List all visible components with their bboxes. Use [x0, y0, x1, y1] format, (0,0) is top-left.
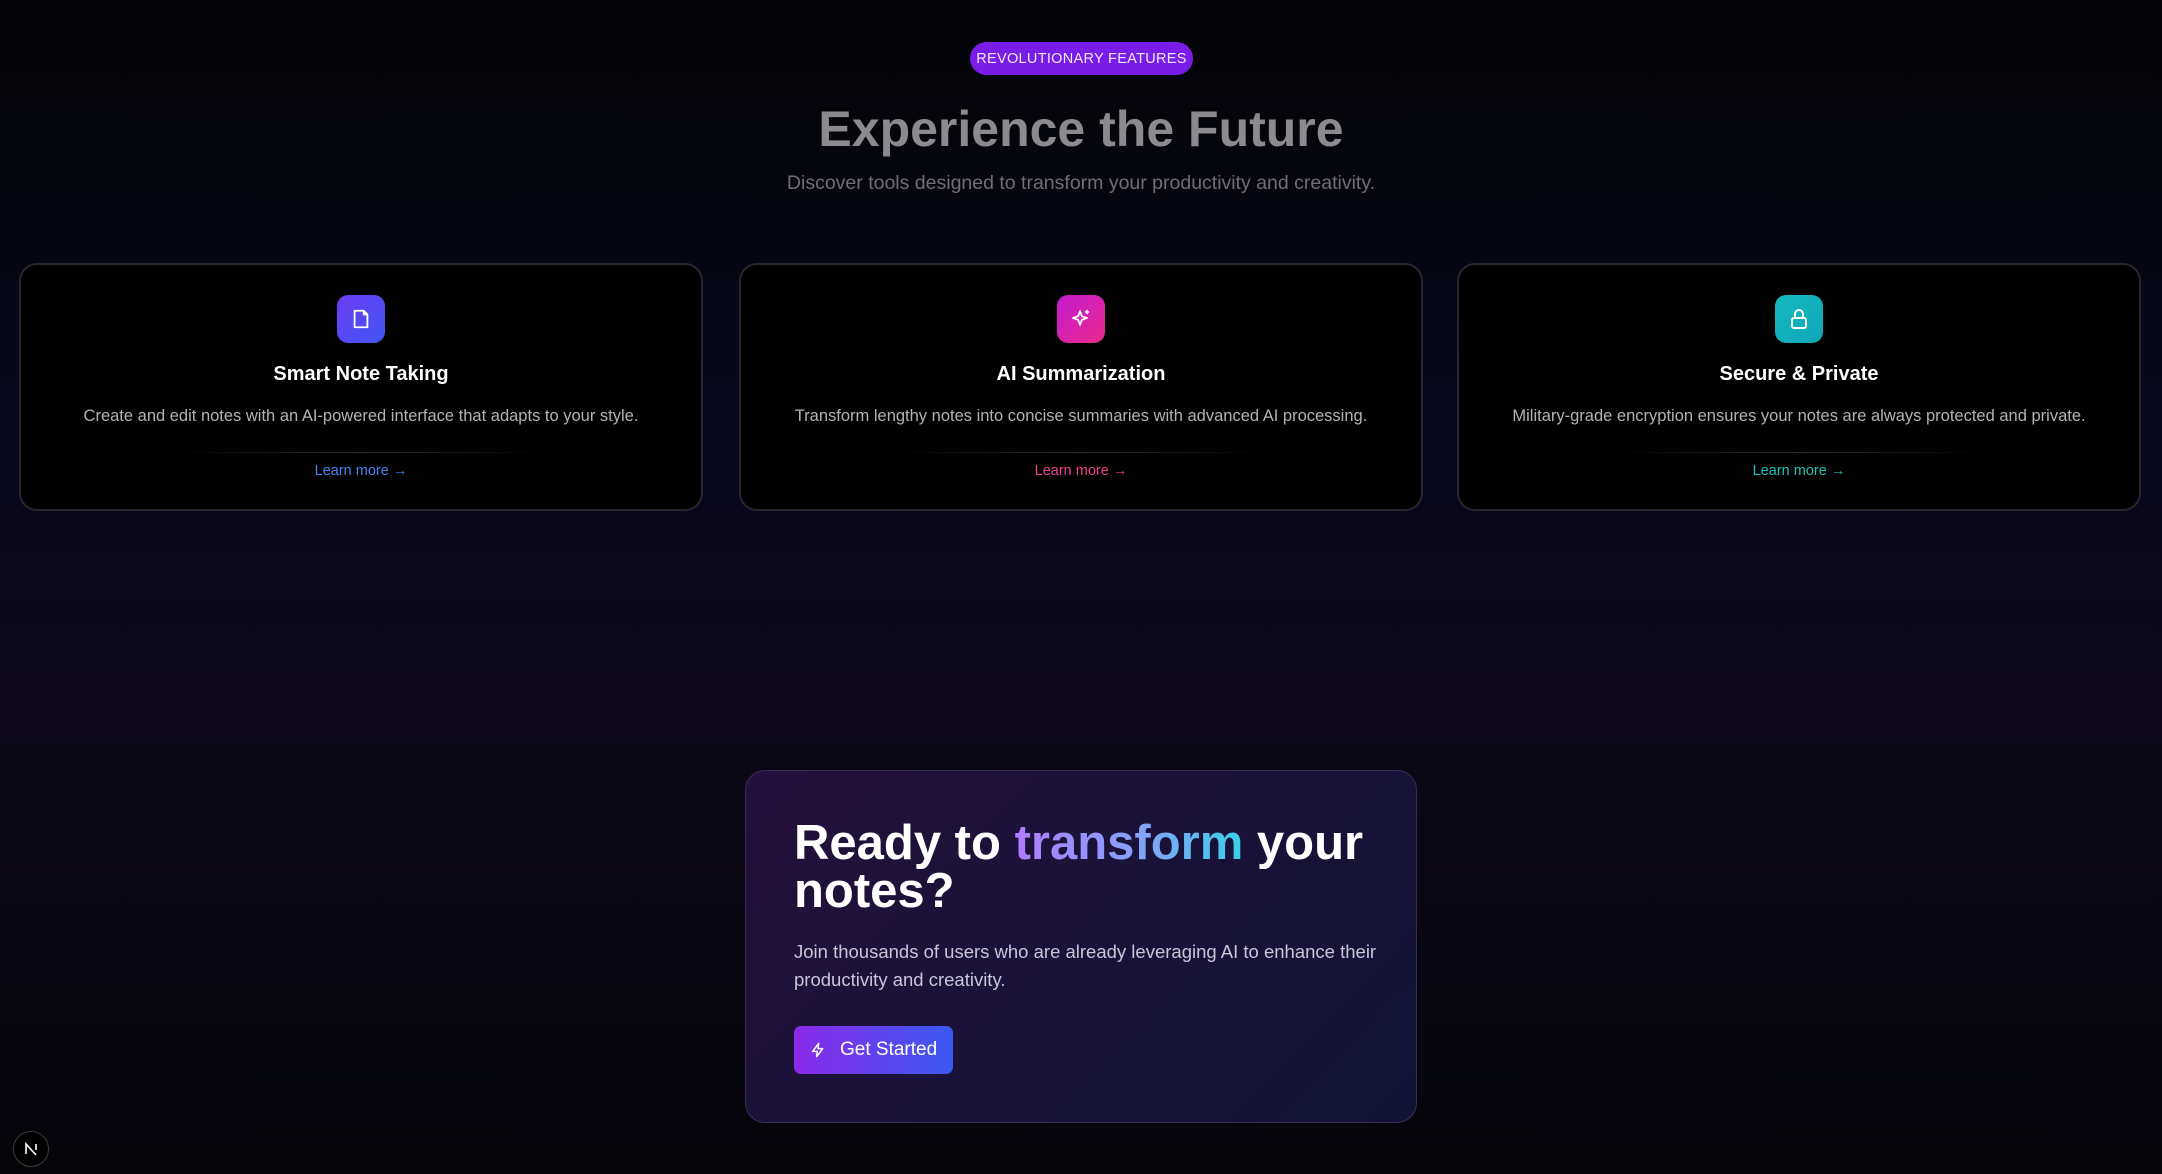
lock-icon [1775, 295, 1823, 343]
cta-heading: Ready to transform your notes? [794, 816, 1384, 916]
card-divider [171, 452, 551, 453]
feature-card-title: Secure & Private [1719, 363, 1879, 385]
feature-card-title: Smart Note Taking [273, 363, 449, 385]
learn-more-link[interactable]: Learn more → [741, 463, 1421, 479]
cta-heading-highlight: transform [1014, 816, 1244, 870]
features-subtitle: Discover tools designed to transform you… [786, 172, 1376, 194]
features-badge: REVOLUTIONARY FEATURES [970, 42, 1193, 75]
get-started-button[interactable]: Get Started [794, 1026, 953, 1074]
feature-card-title: AI Summarization [996, 363, 1166, 385]
feature-card-description: Transform lengthy notes into concise sum… [794, 407, 1368, 425]
features-title: Experience the Future [818, 101, 1344, 157]
cta-heading-text: Ready to [794, 816, 1015, 870]
cta-card: Ready to transform your notes? Join thou… [745, 770, 1417, 1123]
card-divider [1609, 452, 1989, 453]
note-icon [337, 295, 385, 343]
sparkles-icon [1057, 295, 1105, 343]
cta-description: Join thousands of users who are already … [794, 941, 1377, 990]
card-divider [891, 452, 1271, 453]
learn-more-link[interactable]: Learn more → [1459, 463, 2139, 479]
feature-card-ai-summarization: AI Summarization Transform lengthy notes… [739, 263, 1423, 511]
get-started-label: Get Started [840, 1039, 938, 1060]
feature-card-description: Military-grade encryption ensures your n… [1512, 407, 2086, 425]
feature-card-secure-private: Secure & Private Military-grade encrypti… [1457, 263, 2141, 511]
feature-card-description: Create and edit notes with an AI-powered… [83, 407, 639, 425]
feature-card-smart-note-taking: Smart Note Taking Create and edit notes … [19, 263, 703, 511]
lightning-icon [811, 1042, 824, 1058]
next-logo-icon[interactable] [13, 1131, 49, 1167]
learn-more-link[interactable]: Learn more → [21, 463, 701, 479]
